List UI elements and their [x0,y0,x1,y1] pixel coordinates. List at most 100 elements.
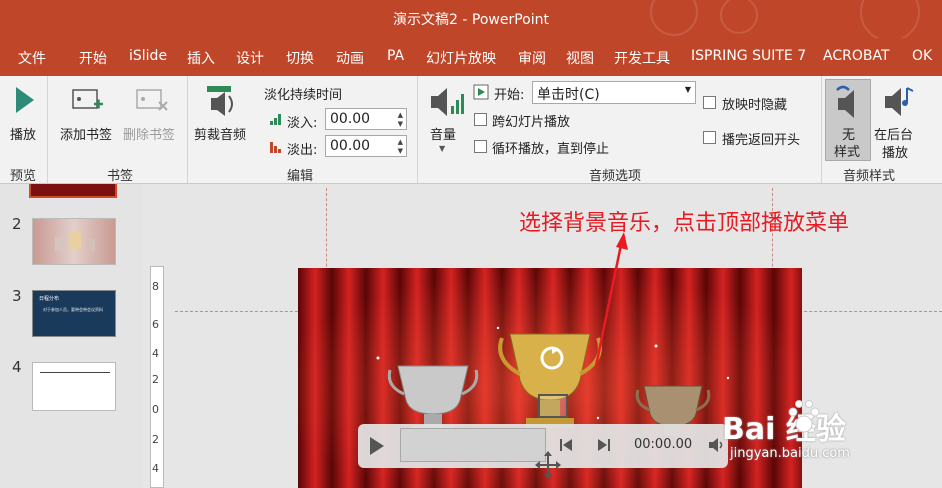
tab-ispring[interactable]: ISPRING SUITE 7 [691,48,806,64]
trophy-thumbnail-image [55,231,95,251]
volume-button[interactable]: 音量 [430,124,456,143]
fade-out-label: 淡出: [287,143,318,158]
tab-review[interactable]: 审阅 [518,48,546,68]
start-label: 开始: [494,88,525,103]
seek-forward-icon[interactable] [596,438,612,452]
tab-animations[interactable]: 动画 [336,48,364,68]
group-label-audio-styles: 音频样式 [843,169,896,184]
group-audio-options: 音量 ▼ 开始: 单击时(C) ▼ 跨幻灯片播放 循环播放，直到停止 放映时隐藏 … [417,76,822,184]
fade-in-value: 00.00 [330,111,371,127]
vertical-ruler: 8 6 4 2 0 2 4 [150,266,164,488]
paw-icon [788,400,820,433]
rotate-handle-icon[interactable] [538,344,566,372]
rewind-label: 播完返回开头 [722,133,801,148]
group-label-preview: 预览 [10,169,37,184]
chevron-down-icon: ▼ [439,144,446,153]
tab-home[interactable]: 开始 [79,48,107,68]
tab-developer[interactable]: 开发工具 [614,48,670,68]
ruler-label: 2 [152,433,159,446]
watermark-url: jingyan.baidu.com [730,446,850,461]
fade-out-icon [270,142,281,153]
play-background-line1[interactable]: 在后台 [874,124,913,143]
fade-in-label: 淡入: [287,116,318,131]
play-across-checkbox[interactable] [474,113,487,126]
no-style-icon [836,85,854,118]
ruler-label: 2 [152,373,159,386]
ruler-label: 4 [152,462,159,475]
start-value: 单击时(C) [537,87,600,103]
spin-up-icon[interactable]: ▲ [398,111,403,119]
ruler-label: 4 [152,347,159,360]
hide-during-show-label: 放映时隐藏 [722,98,788,113]
thumbnail-text: 对于参加人员，要带会带会议资料 [43,307,103,312]
group-audio-styles: 无 样式 在后台 播放 音频样式 [821,76,942,184]
spin-up-icon[interactable]: ▲ [398,138,403,146]
remove-bookmark-icon [136,89,168,111]
group-bookmarks: 添加书签 删除书签 书签 [47,76,188,184]
window-title: 演示文稿2 - PowerPoint [393,12,549,28]
slide-thumbnail-1[interactable] [29,184,117,198]
tab-insert[interactable]: 插入 [187,48,215,68]
spin-down-icon[interactable]: ▼ [398,120,403,128]
tab-islide[interactable]: iSlide [129,48,167,64]
trim-audio-icon [207,86,233,116]
slide-thumbnail-3[interactable]: 日程分布 对于参加人员，要带会带会议资料 [32,290,116,337]
chevron-down-icon: ▼ [684,85,691,94]
fade-in-input[interactable]: 00.00 ▲ ▼ [325,108,407,130]
tab-slideshow[interactable]: 幻灯片放映 [426,48,496,68]
tab-ok[interactable]: OK [912,48,932,64]
tab-transitions[interactable]: 切换 [286,48,314,68]
play-background-line2[interactable]: 播放 [882,142,908,161]
move-handle-icon[interactable] [534,450,562,480]
player-play-icon[interactable] [368,436,386,456]
fade-out-value: 00.00 [330,138,371,154]
thumbnail-heading: 日程分布 [39,296,60,302]
add-bookmark-button[interactable]: 添加书签 [60,124,112,143]
ribbon: 播放 预览 添加书签 删除书签 书签 剪裁音频 淡化持续时间 淡入: 00.00… [0,76,942,184]
thumbnail-divider [40,372,110,373]
trim-audio-button[interactable]: 剪裁音频 [194,124,246,143]
volume-icon [431,88,464,116]
group-editing: 剪裁音频 淡化持续时间 淡入: 00.00 ▲ ▼ 淡出: 00.00 ▲ ▼ 编辑 [187,76,418,184]
annotation-arrow-icon [594,232,628,367]
remove-bookmark-button[interactable]: 删除书签 [123,124,175,143]
slide-thumbnails: 2 3 日程分布 对于参加人员，要带会带会议资料 4 [0,184,143,488]
play-background-icon [885,87,914,116]
no-style-button[interactable]: 无 样式 [825,79,871,161]
title-bar: 演示文稿2 - PowerPoint [0,0,942,42]
group-label-editing: 编辑 [287,169,314,184]
group-label-audio-options: 音频选项 [589,169,642,184]
instruction-annotation: 选择背景音乐，点击顶部播放菜单 [519,211,850,236]
tab-view[interactable]: 视图 [566,48,594,68]
play-across-label: 跨幻灯片播放 [492,115,571,130]
no-style-line2: 样式 [834,145,861,160]
slide-number: 3 [12,287,22,305]
audio-progress-bar[interactable] [400,428,546,462]
start-icon [473,84,489,100]
tab-design[interactable]: 设计 [236,48,264,68]
slide-thumbnail-4[interactable] [32,362,116,411]
play-icon [16,87,34,113]
tab-file[interactable]: 文件 [18,48,46,68]
start-dropdown[interactable]: 单击时(C) ▼ [532,81,696,104]
hide-during-show-checkbox[interactable] [703,96,716,109]
ruler-label: 0 [152,403,159,416]
tab-pa[interactable]: PA [387,48,404,64]
spin-down-icon[interactable]: ▼ [398,147,403,155]
tab-acrobat[interactable]: ACROBAT [823,48,890,64]
fade-in-icon [270,114,281,125]
loop-checkbox[interactable] [474,140,487,153]
audio-selection-box[interactable] [538,394,568,418]
loop-label: 循环播放，直到停止 [492,142,610,157]
rewind-checkbox[interactable] [703,131,716,144]
ruler-label: 8 [152,280,159,293]
add-bookmark-icon [72,89,103,109]
slide-thumbnail-2[interactable] [32,218,116,265]
ribbon-tabs: 文件 开始 iSlide 插入 设计 切换 动画 PA 幻灯片放映 审阅 视图 … [0,38,942,76]
fade-out-input[interactable]: 00.00 ▲ ▼ [325,135,407,157]
group-label-bookmarks: 书签 [107,169,134,184]
play-button[interactable]: 播放 [10,124,36,143]
ruler-label: 6 [152,318,159,331]
slide-number: 4 [12,358,22,376]
slide-number: 2 [12,215,22,233]
